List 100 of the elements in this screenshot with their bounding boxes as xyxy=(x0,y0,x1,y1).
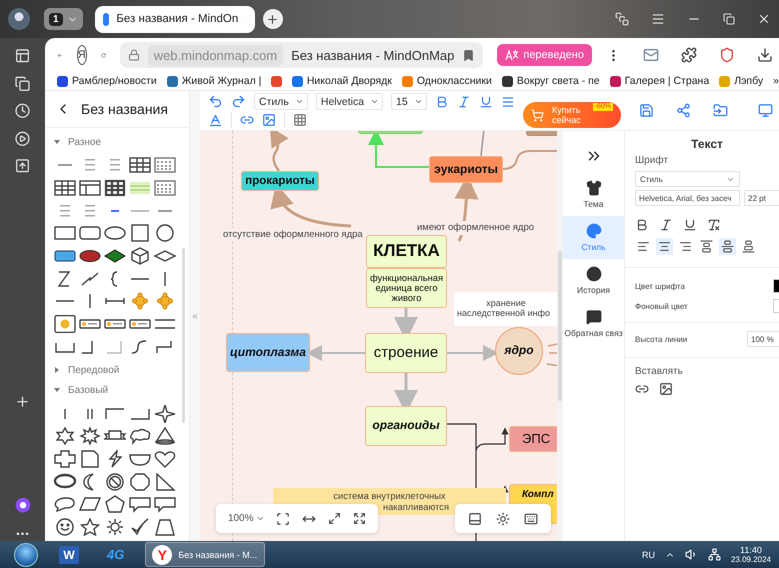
browser-tab[interactable]: Без названия - MindOn xyxy=(94,6,255,32)
mail-bookmark-icon[interactable] xyxy=(271,76,282,86)
star-shape-icon[interactable] xyxy=(78,518,102,536)
panel-icon[interactable] xyxy=(468,512,482,526)
table-shape-icon[interactable] xyxy=(128,156,152,174)
mind-map-node[interactable]: прокариоты xyxy=(241,171,319,191)
clear-format-icon[interactable] xyxy=(707,218,721,232)
cone-shape-icon[interactable] xyxy=(152,427,176,446)
bookmark-item[interactable]: Одноклассники xyxy=(402,75,492,87)
style-select[interactable]: Стиль xyxy=(254,93,308,110)
font-size-select[interactable]: 15 xyxy=(391,93,428,110)
side-nav-tab[interactable]: История xyxy=(563,259,624,302)
bookmark-icon[interactable] xyxy=(462,48,476,62)
table-shape-icon[interactable] xyxy=(152,156,176,174)
mind-map-node[interactable]: органоиды xyxy=(365,406,447,446)
speech-bubble-icon[interactable] xyxy=(52,495,76,514)
more-bookmarks-button[interactable]: » xyxy=(773,75,779,87)
new-tab-button[interactable] xyxy=(262,9,283,29)
mind-map-node[interactable]: строение xyxy=(365,333,447,373)
zoom-select[interactable]: 100% xyxy=(228,513,265,524)
taskbar-button[interactable]: 4G xyxy=(100,542,132,567)
mind-map-node[interactable]: цитоплазма xyxy=(226,333,310,372)
table-shape-icon[interactable] xyxy=(102,179,126,198)
speech-bubble-icon[interactable] xyxy=(152,495,176,514)
trapezoid-shape-icon[interactable] xyxy=(152,518,176,536)
tab-counter-button[interactable]: 1 xyxy=(44,8,83,30)
assistant-icon[interactable] xyxy=(14,497,32,514)
pentagon-shape-icon[interactable] xyxy=(102,495,126,514)
mind-map-node[interactable]: ЭПС xyxy=(509,426,557,452)
table-shape-icon[interactable] xyxy=(152,179,176,198)
save-icon[interactable] xyxy=(639,103,654,118)
mind-map-node[interactable]: функциональная единица всего живого xyxy=(366,268,447,308)
bookmark-item[interactable]: Галерея | Страна xyxy=(610,75,710,87)
heart-shape-icon[interactable] xyxy=(152,450,176,468)
speech-bubble-icon[interactable] xyxy=(128,495,152,514)
diamond-shape-icon[interactable] xyxy=(102,247,126,266)
font-color-icon[interactable] xyxy=(208,112,223,128)
octagon-shape-icon[interactable] xyxy=(128,472,152,491)
font-select[interactable]: Helvetica xyxy=(316,93,384,110)
play-icon[interactable] xyxy=(14,130,31,146)
taskbar-button[interactable]: W xyxy=(52,542,86,567)
cross-shape-icon[interactable] xyxy=(52,450,76,468)
bold-icon[interactable] xyxy=(635,218,649,232)
undo-icon[interactable] xyxy=(208,94,223,109)
mind-map-node[interactable]: эукариоты xyxy=(429,156,503,183)
text-format-icon[interactable] xyxy=(501,94,516,108)
profile-avatar[interactable] xyxy=(8,8,30,30)
copy-icon[interactable] xyxy=(14,76,31,92)
table-icon[interactable] xyxy=(293,113,307,127)
folder-icon[interactable] xyxy=(713,103,728,118)
scrollbar-thumb[interactable] xyxy=(182,248,185,423)
yandex-button[interactable]: Я xyxy=(76,45,87,65)
monitor-icon[interactable] xyxy=(758,103,773,118)
parallelogram-icon[interactable] xyxy=(78,495,102,514)
align-center-button[interactable] xyxy=(656,238,673,255)
align-bottom-button[interactable] xyxy=(740,238,757,255)
address-bar[interactable]: web.mindonmap.com Без названия - MindOnMap xyxy=(120,42,484,68)
font-family-field[interactable]: Helvetica, Arial, без засеч xyxy=(635,190,740,206)
side-nav-tab[interactable]: Тема xyxy=(563,173,624,216)
align-middle-button[interactable] xyxy=(719,238,736,255)
puzzle-icon[interactable] xyxy=(681,47,697,63)
mind-map-node[interactable]: КЛЕТКА xyxy=(366,235,447,268)
restore-icon[interactable] xyxy=(723,13,735,25)
table-shape-icon[interactable] xyxy=(78,179,102,198)
burst-shape-icon[interactable] xyxy=(78,427,102,446)
menu-icon[interactable] xyxy=(651,12,665,26)
language-indicator[interactable]: RU xyxy=(642,550,655,560)
align-top-button[interactable] xyxy=(698,238,715,255)
font-size-field[interactable]: 22 pt xyxy=(744,190,779,206)
clock[interactable]: 11:40 23.09.2024 xyxy=(730,545,771,564)
bookmark-item[interactable]: Вокруг света - пе xyxy=(502,75,600,87)
keyboard-icon[interactable] xyxy=(524,512,538,526)
start-button[interactable] xyxy=(14,542,38,566)
ellipse-shape-icon[interactable] xyxy=(102,224,126,242)
oval-callout-icon[interactable] xyxy=(52,472,76,491)
line-height-field[interactable]: 100 % xyxy=(747,331,779,347)
gear-card-icon[interactable] xyxy=(52,315,76,334)
palette-section-header[interactable]: Базовый xyxy=(52,380,182,400)
cloud-callout-icon[interactable] xyxy=(128,427,152,446)
bookmark-item[interactable]: Лэпбу xyxy=(719,75,764,87)
square-icon[interactable] xyxy=(14,158,31,174)
network-icon[interactable] xyxy=(708,548,721,561)
rounded-rectangle-icon[interactable] xyxy=(78,224,102,242)
mind-map-node[interactable]: ядро xyxy=(495,327,543,375)
image-icon[interactable] xyxy=(659,382,673,396)
taskbar-button[interactable]: Y Без названия - М... xyxy=(145,542,266,567)
side-nav-tab[interactable]: Обратная связ xyxy=(563,302,624,345)
sun-icon[interactable] xyxy=(496,512,510,526)
fullscreen-icon[interactable] xyxy=(353,512,366,525)
bookmark-item[interactable]: Николай Дворядк xyxy=(292,75,392,87)
speaker-icon[interactable] xyxy=(684,548,698,561)
panels-icon[interactable] xyxy=(14,48,31,64)
rectangle-shape-icon[interactable] xyxy=(52,224,76,242)
expand-icon[interactable] xyxy=(328,512,342,525)
star-shape-icon[interactable] xyxy=(152,404,176,423)
mail-icon[interactable] xyxy=(643,47,659,63)
shield-icon[interactable] xyxy=(719,47,735,63)
fit-icon[interactable] xyxy=(276,512,290,526)
share-icon[interactable] xyxy=(676,103,691,118)
underline-icon[interactable] xyxy=(683,218,697,232)
